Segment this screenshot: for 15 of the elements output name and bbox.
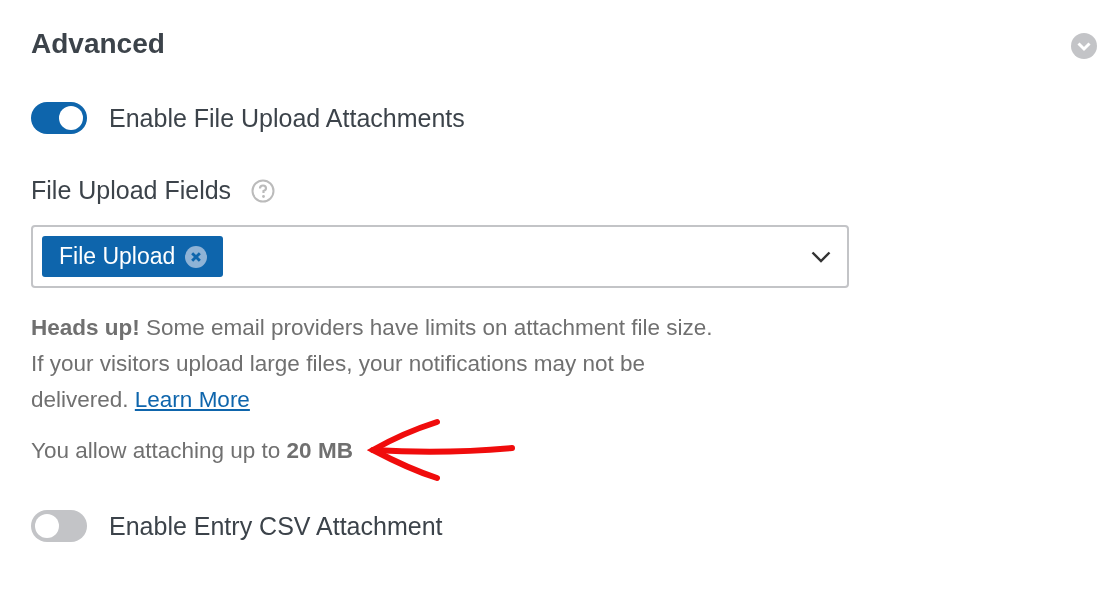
toggle-label: Enable File Upload Attachments bbox=[109, 103, 465, 133]
attachment-limit-text: You allow attaching up to 20 MB bbox=[31, 438, 353, 464]
chevron-icon[interactable] bbox=[1071, 33, 1097, 59]
selected-tag: File Upload bbox=[42, 236, 224, 277]
toggle-switch[interactable] bbox=[31, 510, 87, 542]
remove-icon[interactable] bbox=[185, 245, 208, 268]
toggle-switch[interactable] bbox=[31, 102, 87, 134]
caret-icon bbox=[811, 251, 831, 263]
multi-select-field[interactable]: File Upload bbox=[31, 225, 849, 288]
section-title: Advanced bbox=[31, 28, 165, 60]
field-label: File Upload Fields bbox=[31, 176, 232, 205]
toggle-label: Enable Entry CSV Attachment bbox=[109, 511, 443, 541]
notice-text: Heads up! Some email providers have limits on attachment file size. If your visitors upload large files, your notifications may not be delivered. Learn More bbox=[31, 314, 714, 414]
help-icon[interactable] bbox=[251, 178, 276, 203]
learn-more-link[interactable]: Learn More bbox=[134, 387, 250, 412]
